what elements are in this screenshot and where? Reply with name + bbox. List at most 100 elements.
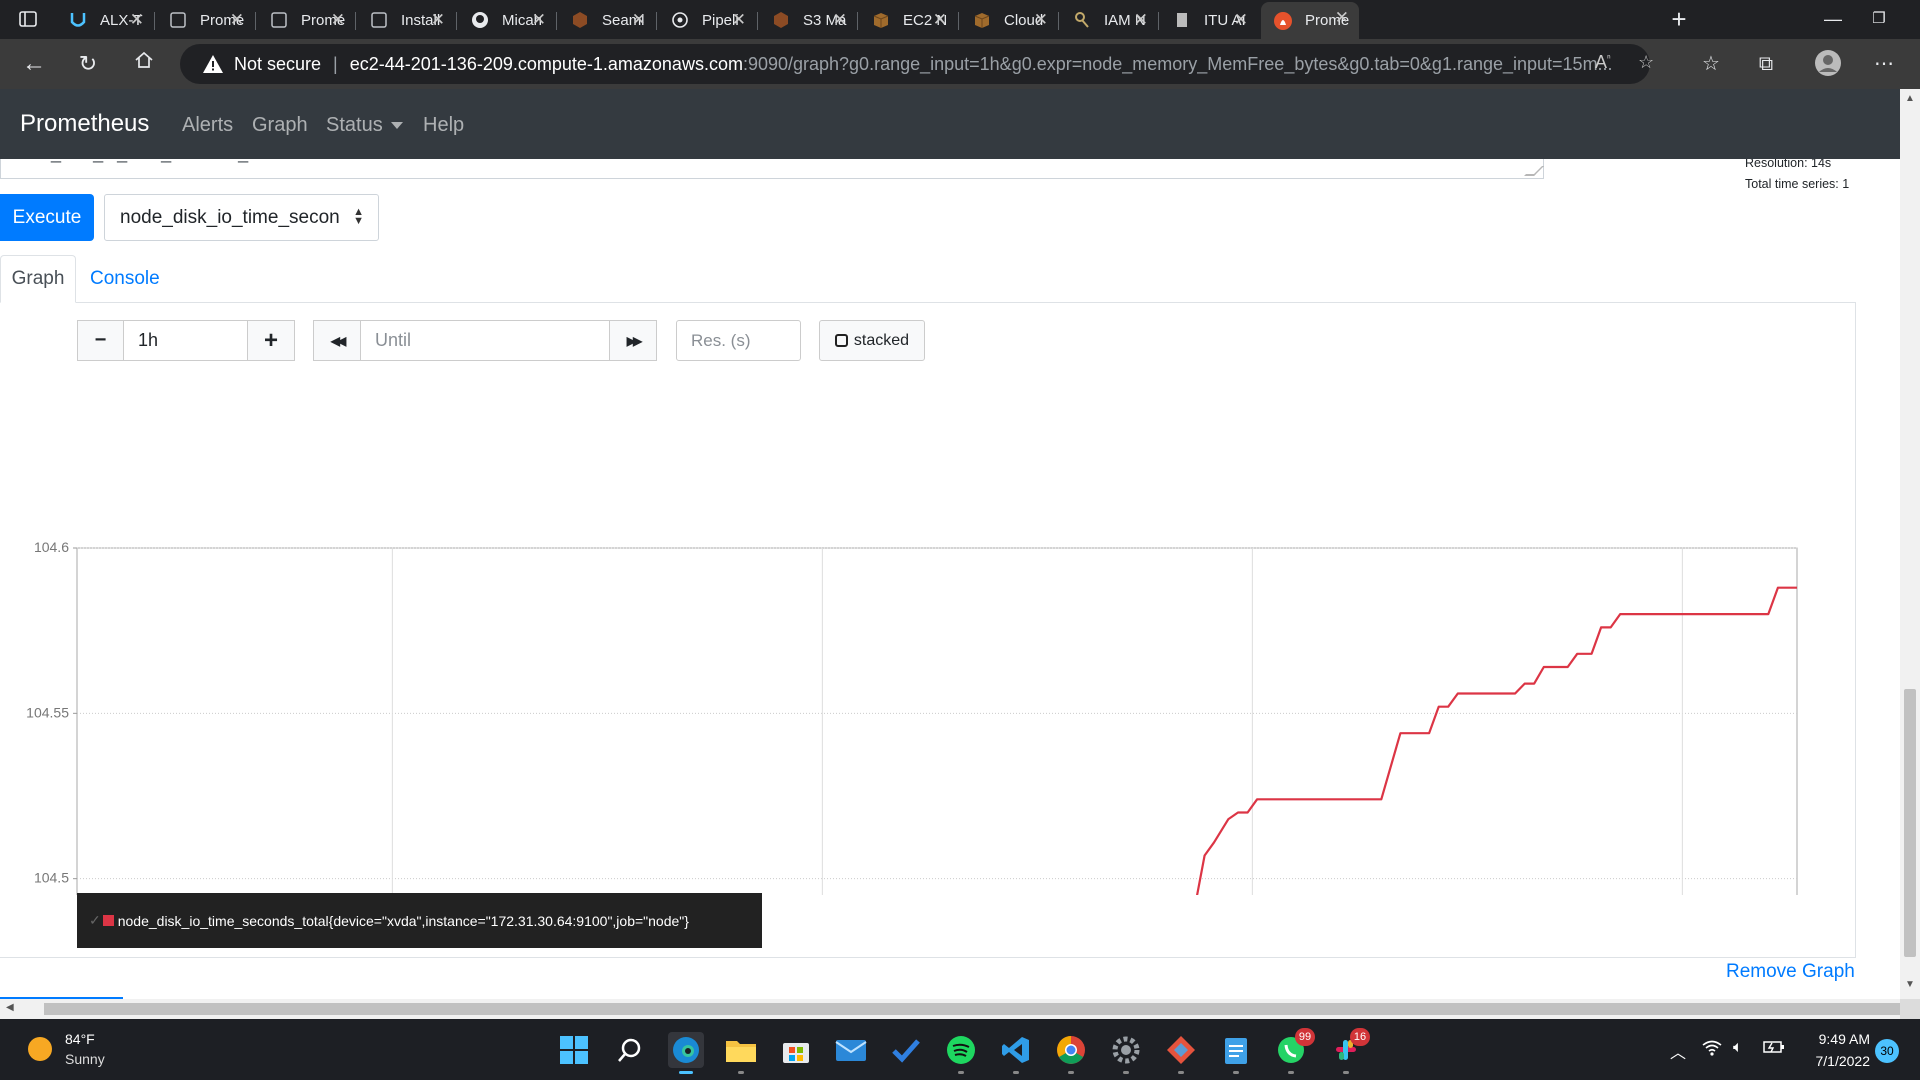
series-legend[interactable]: ✓ node_disk_io_time_seconds_total{device… — [77, 893, 762, 948]
nav-status-label: Status — [326, 114, 383, 136]
weather-temperature[interactable]: 84°F — [65, 1031, 95, 1047]
mail-icon[interactable] — [833, 1032, 869, 1068]
close-tab-icon[interactable]: ✕ — [331, 10, 345, 30]
weather-condition[interactable]: Sunny — [65, 1051, 105, 1067]
tab-actions-icon[interactable] — [18, 9, 38, 29]
nav-graph[interactable]: Graph — [252, 114, 308, 137]
resolution-input[interactable]: Res. (s) — [676, 320, 801, 361]
close-tab-icon[interactable]: ✕ — [431, 10, 445, 30]
home-button[interactable] — [128, 49, 160, 79]
horizontal-scroll-thumb[interactable] — [44, 1003, 1900, 1015]
wifi-icon[interactable] — [1702, 1039, 1722, 1062]
vertical-scroll-thumb[interactable] — [1904, 689, 1916, 957]
close-tab-icon[interactable]: ✕ — [632, 10, 646, 30]
minimize-button[interactable]: — — [1810, 4, 1856, 34]
vscode-icon[interactable] — [998, 1032, 1034, 1074]
new-tab-button[interactable]: + — [1664, 3, 1694, 35]
range-decrease-button[interactable]: − — [77, 320, 124, 361]
resize-handle-icon[interactable] — [1524, 166, 1544, 176]
security-label[interactable]: Not secure — [234, 54, 321, 75]
chrome-icon[interactable] — [1053, 1032, 1089, 1074]
expression-input[interactable]: node_disk_io_time_seconds_total — [0, 159, 1544, 179]
close-tab-icon[interactable]: ✕ — [1234, 10, 1248, 30]
vertical-scrollbar[interactable]: ▲ ▼ — [1900, 89, 1920, 999]
close-tab-icon[interactable]: ✕ — [1335, 8, 1349, 28]
scroll-left-icon[interactable]: ◀ — [6, 1002, 14, 1013]
collections-icon[interactable]: ⧉ — [1750, 49, 1782, 79]
browser-tab[interactable]: IAM N ✕ — [1060, 4, 1158, 36]
search-icon[interactable] — [612, 1032, 648, 1068]
close-tab-icon[interactable]: ✕ — [732, 10, 746, 30]
battery-icon[interactable] — [1763, 1039, 1785, 1060]
close-tab-icon[interactable]: ✕ — [833, 10, 847, 30]
brand-link[interactable]: Prometheus — [20, 110, 149, 138]
browser-tab[interactable]: Install ✕ — [357, 4, 455, 36]
store-icon[interactable] — [778, 1032, 814, 1068]
close-tab-icon[interactable]: ✕ — [230, 10, 244, 30]
close-tab-icon[interactable]: ✕ — [933, 10, 947, 30]
time-back-button[interactable]: ◀◀ — [313, 320, 361, 361]
tab-graph[interactable]: Graph — [0, 255, 76, 303]
browser-tab[interactable]: S3 Ma ✕ — [759, 4, 857, 36]
browser-tab[interactable]: Micah ✕ — [458, 4, 556, 36]
browser-tab[interactable]: Cloud ✕ — [960, 4, 1058, 36]
more-menu-icon[interactable]: ⋯ — [1868, 49, 1900, 79]
tray-overflow-chevron-icon[interactable]: ︿ — [1670, 1039, 1686, 1063]
notification-count-badge[interactable]: 30 — [1875, 1039, 1899, 1063]
refresh-button[interactable]: ↻ — [72, 49, 104, 79]
execute-button[interactable]: Execute — [0, 194, 94, 241]
tab-console[interactable]: Console — [90, 255, 160, 303]
browser-tab[interactable]: ITU AI ✕ — [1160, 4, 1258, 36]
close-tab-icon[interactable]: ✕ — [1034, 10, 1048, 30]
nav-help[interactable]: Help — [423, 114, 464, 137]
graph-page: node_disk_io_time_seconds_total Resoluti… — [0, 159, 1900, 999]
close-tab-icon[interactable]: ✕ — [1134, 10, 1148, 30]
y-tick-label: 104.5 — [34, 870, 69, 886]
horizontal-scrollbar[interactable]: ◀ — [0, 999, 1900, 1019]
range-input[interactable]: 1h — [123, 320, 248, 361]
git-client-icon[interactable] — [1163, 1032, 1199, 1074]
graph-chart[interactable]: 104.45104.5104.55104.608:0008:1508:3008:… — [0, 380, 1820, 895]
stacked-toggle[interactable]: stacked — [819, 320, 925, 361]
file-explorer-icon[interactable] — [723, 1032, 759, 1074]
settings-gear-icon[interactable] — [1108, 1032, 1144, 1074]
home-icon — [135, 51, 153, 68]
close-tab-icon[interactable]: ✕ — [130, 10, 144, 30]
windows-taskbar: 84°F Sunny 99 16 ︿ 🔈︎ 9:49 AM 7/1/2022 3… — [0, 1019, 1920, 1080]
favorite-star-icon[interactable]: ☆ — [1638, 52, 1654, 73]
browser-tab[interactable]: Prome ✕ — [257, 4, 355, 36]
slack-icon[interactable]: 16 — [1328, 1028, 1370, 1074]
favorites-icon[interactable]: ☆ — [1695, 49, 1727, 79]
start-button[interactable] — [556, 1032, 592, 1068]
browser-tab[interactable]: EC2 N ✕ — [859, 4, 957, 36]
time-forward-button[interactable]: ▶▶ — [609, 320, 657, 361]
read-aloud-icon[interactable]: Aⁿ — [1595, 52, 1611, 73]
browser-tab[interactable]: ALX-T ✕ — [56, 4, 154, 36]
browser-tab[interactable]: Seaml ✕ — [558, 4, 656, 36]
clock-time[interactable]: 9:49 AM — [1812, 1031, 1870, 1047]
browser-tab[interactable]: Pipeli ✕ — [658, 4, 756, 36]
scroll-up-icon[interactable]: ▲ — [1905, 93, 1915, 104]
restore-button[interactable]: ❐ — [1856, 4, 1902, 34]
todo-icon[interactable] — [888, 1032, 924, 1068]
clock-date[interactable]: 7/1/2022 — [1800, 1053, 1871, 1069]
remove-graph-link[interactable]: Remove Graph — [1726, 961, 1855, 983]
spotify-icon[interactable] — [943, 1032, 979, 1074]
address-bar[interactable]: Not secure | ec2-44-201-136-209.compute-… — [180, 44, 1654, 84]
whatsapp-icon[interactable]: 99 — [1273, 1028, 1315, 1074]
volume-icon[interactable]: 🔈︎ — [1733, 1039, 1743, 1057]
profile-avatar[interactable] — [1812, 49, 1844, 79]
close-tab-icon[interactable]: ✕ — [532, 10, 546, 30]
browser-tab[interactable]: Prome ✕ — [1261, 2, 1359, 39]
browser-tab[interactable]: Prome ✕ — [156, 4, 254, 36]
metric-select[interactable]: node_disk_io_time_secon ▲ ▼ — [104, 194, 379, 241]
notepad-icon[interactable] — [1218, 1032, 1254, 1074]
edge-taskbar-icon[interactable] — [668, 1032, 704, 1074]
scroll-down-icon[interactable]: ▼ — [1905, 979, 1915, 990]
nav-alerts[interactable]: Alerts — [182, 114, 233, 137]
range-increase-button[interactable]: + — [247, 320, 295, 361]
nav-status-dropdown[interactable]: Status — [326, 114, 403, 137]
until-input[interactable]: Until — [360, 320, 610, 361]
sun-icon[interactable] — [28, 1037, 52, 1061]
back-button[interactable]: ← — [18, 49, 50, 79]
